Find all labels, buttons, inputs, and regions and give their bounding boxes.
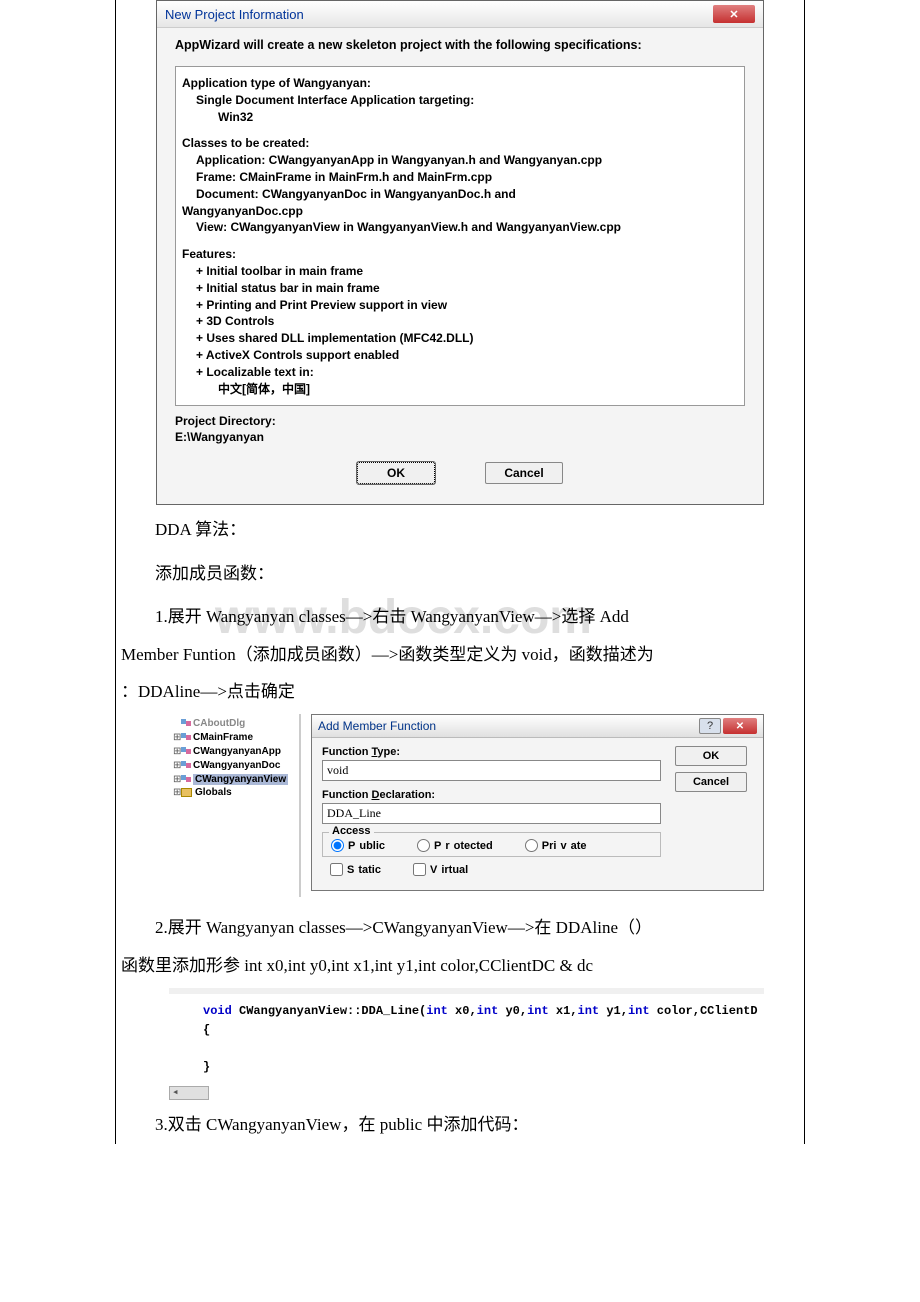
info-line: Win32: [182, 109, 738, 126]
info-line: Application: CWangyanyanApp in Wangyanya…: [182, 152, 738, 169]
info-line: + Initial status bar in main frame: [182, 280, 738, 297]
function-declaration-input[interactable]: [322, 803, 661, 824]
help-icon[interactable]: ?: [699, 718, 721, 734]
project-directory-label: Project Directory:: [175, 414, 745, 428]
code-brace: }: [169, 1058, 764, 1077]
code-keyword: int: [578, 1004, 600, 1018]
function-declaration-label: Function Declaration:: [322, 789, 661, 801]
info-line: View: CWangyanyanView in WangyanyanView.…: [182, 219, 738, 236]
new-project-info-dialog: New Project Information ✕ AppWizard will…: [156, 0, 764, 505]
function-type-input[interactable]: [322, 760, 661, 781]
code-text: x1,: [549, 1004, 578, 1018]
info-line: + ActiveX Controls support enabled: [182, 347, 738, 364]
access-group: Access Public Protected Private: [322, 832, 661, 857]
tree-item-selected[interactable]: ⊞CWangyanyanView: [171, 772, 299, 786]
add-member-function-dialog: Add Member Function ? ✕ Function Type: F…: [311, 714, 764, 891]
code-text: y0,: [498, 1004, 527, 1018]
class-tree[interactable]: CAboutDlg ⊞CMainFrame ⊞CWangyanyanApp ⊞C…: [171, 714, 301, 897]
cancel-button[interactable]: Cancel: [675, 772, 747, 792]
dialog-heading: AppWizard will create a new skeleton pro…: [175, 38, 745, 52]
code-text: color,CClientD: [650, 1004, 758, 1018]
paragraph-add-member: 添加成员函数：: [121, 549, 799, 592]
info-line: + Uses shared DLL implementation (MFC42.…: [182, 330, 738, 347]
info-line: + Localizable text in:: [182, 364, 738, 381]
tree-item[interactable]: ⊞CWangyanyanApp: [171, 744, 299, 758]
tree-item-cut: CAboutDlg: [171, 716, 299, 730]
info-line: 中文[简体，中国]: [182, 381, 738, 398]
info-line: Frame: CMainFrame in MainFrm.h and MainF…: [182, 169, 738, 186]
tree-item-globals[interactable]: ⊞Globals: [171, 786, 299, 799]
code-keyword: int: [628, 1004, 650, 1018]
info-line: + Printing and Print Preview support in …: [182, 297, 738, 314]
info-line: Document: CWangyanyanDoc in WangyanyanDo…: [182, 186, 738, 203]
info-line: Features:: [182, 246, 738, 263]
close-icon[interactable]: ✕: [713, 5, 755, 23]
radio-protected[interactable]: Protected: [417, 839, 493, 852]
paragraph-dda: DDA 算法：: [121, 505, 799, 548]
paragraph-step3: 3.双击 CWangyanyanView，在 public 中添加代码：: [121, 1100, 799, 1143]
code-brace: {: [169, 1021, 764, 1040]
info-line: + Initial toolbar in main frame: [182, 263, 738, 280]
dialog-title: New Project Information: [165, 7, 304, 22]
radio-private[interactable]: Private: [525, 839, 587, 852]
info-line: + 3D Controls: [182, 313, 738, 330]
info-line: Classes to be created:: [182, 135, 738, 152]
check-virtual[interactable]: Virtual: [413, 863, 468, 876]
paragraph-step1: 1.展开 Wangyanyan classes—>右击 WangyanyanVi…: [121, 592, 799, 710]
code-keyword: int: [426, 1004, 448, 1018]
ok-button[interactable]: OK: [675, 746, 747, 766]
ok-button[interactable]: OK: [357, 462, 435, 484]
info-line: Single Document Interface Application ta…: [182, 92, 738, 109]
dialog-title: Add Member Function: [318, 719, 436, 733]
function-type-label: Function Type:: [322, 746, 661, 758]
info-line: Application type of Wangyanyan:: [182, 75, 738, 92]
radio-public[interactable]: Public: [331, 839, 385, 852]
code-keyword: int: [477, 1004, 499, 1018]
info-line: WangyanyanDoc.cpp: [182, 203, 738, 220]
code-text: x0,: [448, 1004, 477, 1018]
code-keyword: int: [527, 1004, 549, 1018]
code-keyword: void: [203, 1004, 232, 1018]
tree-item[interactable]: ⊞CWangyanyanDoc: [171, 758, 299, 772]
check-static[interactable]: Static: [330, 863, 381, 876]
paragraph-step2: 2.展开 Wangyanyan classes—>CWangyanyanView…: [121, 903, 799, 984]
scroll-left-icon[interactable]: [169, 1086, 209, 1100]
code-text: CWangyanyanView::DDA_Line(: [232, 1004, 426, 1018]
tree-item[interactable]: ⊞CMainFrame: [171, 730, 299, 744]
close-icon[interactable]: ✕: [723, 718, 757, 734]
project-directory-path: E:\Wangyanyan: [175, 430, 745, 444]
code-text: y1,: [599, 1004, 628, 1018]
code-editor-snippet: void CWangyanyanView::DDA_Line(int x0,in…: [169, 988, 764, 1100]
project-info-text: Application type of Wangyanyan: Single D…: [175, 66, 745, 406]
access-legend: Access: [329, 825, 374, 837]
cancel-button[interactable]: Cancel: [485, 462, 563, 484]
